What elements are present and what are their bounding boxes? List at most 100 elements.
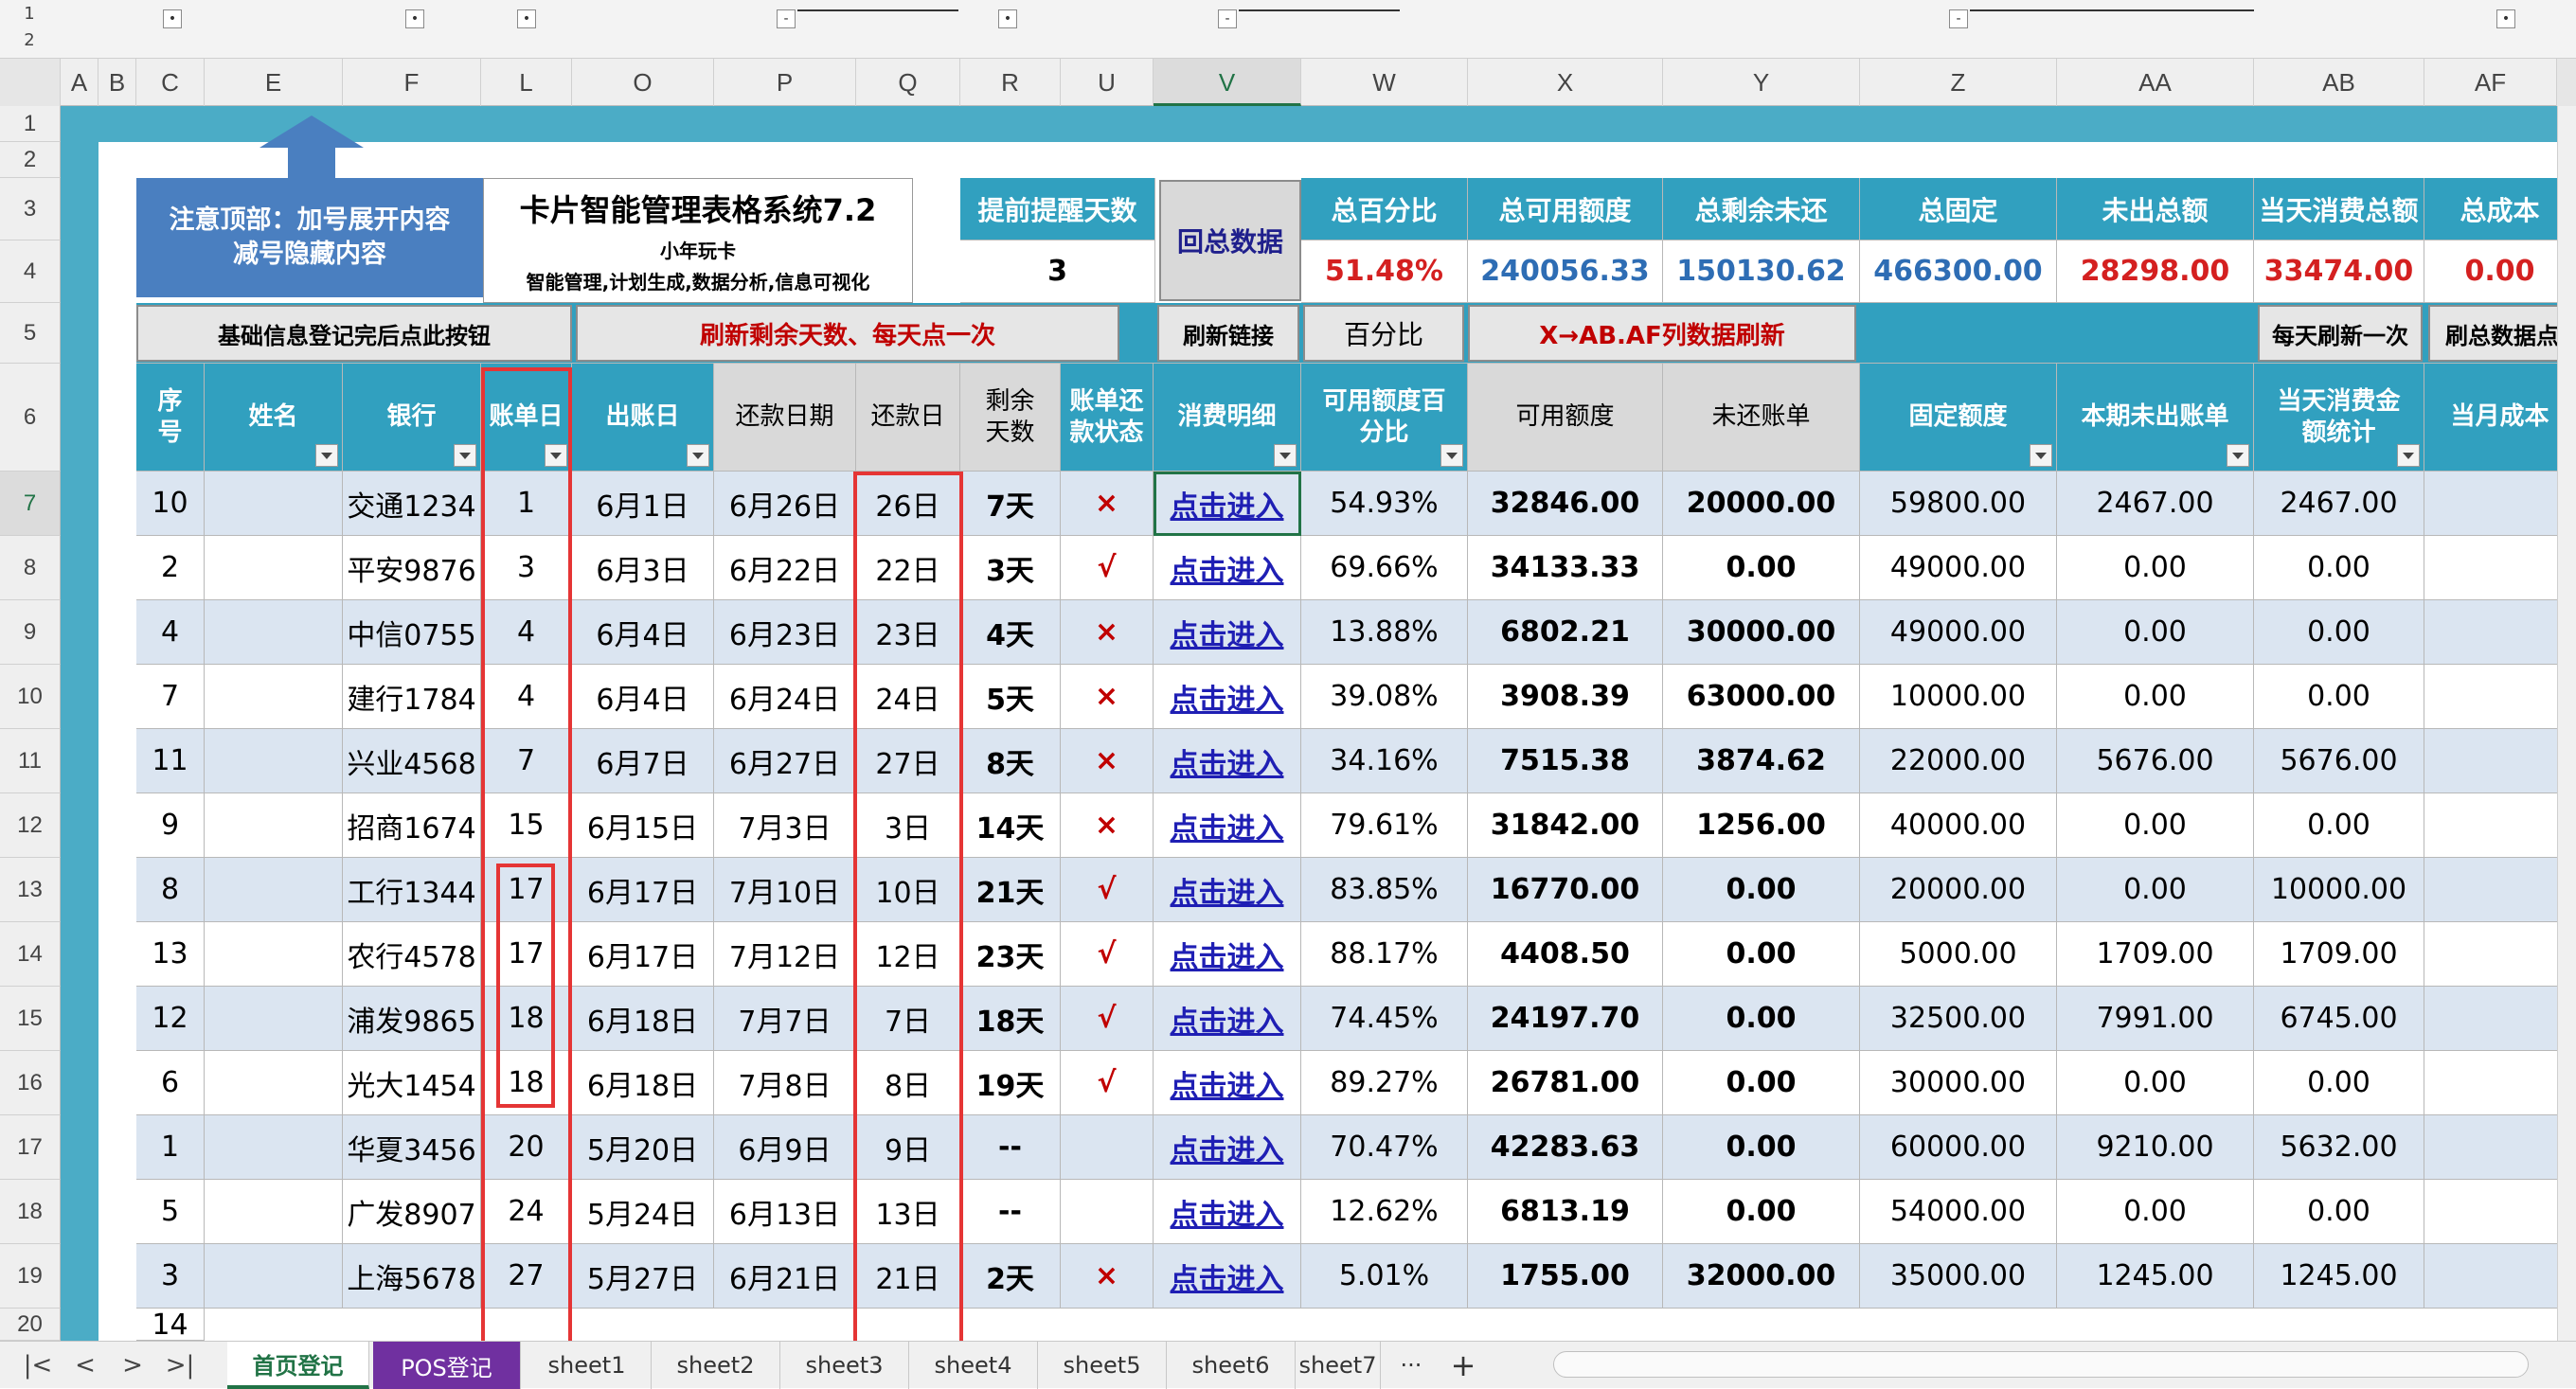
table-cell-name[interactable] xyxy=(205,665,343,729)
table-cell-detail[interactable]: 点击进入 xyxy=(1154,922,1301,987)
first-sheet-button[interactable]: |< xyxy=(19,1349,57,1381)
table-cell-detail[interactable]: 点击进入 xyxy=(1154,665,1301,729)
table-cell-detail[interactable]: 点击进入 xyxy=(1154,536,1301,600)
outline-expand-button[interactable]: • xyxy=(517,9,536,28)
row-header[interactable]: 19 xyxy=(0,1244,61,1309)
table-cell-detail[interactable]: 点击进入 xyxy=(1154,1244,1301,1309)
outline-level-2-button[interactable]: 2 xyxy=(15,30,44,50)
column-header[interactable]: C xyxy=(136,59,205,106)
row-header[interactable]: 20 xyxy=(0,1309,61,1341)
row-header[interactable]: 15 xyxy=(0,987,61,1051)
tab-sheet1[interactable]: sheet1 xyxy=(523,1342,652,1389)
column-header[interactable]: L xyxy=(481,59,572,106)
row-header[interactable]: 2 xyxy=(0,142,61,178)
table-cell-name[interactable] xyxy=(205,1180,343,1244)
table-cell-detail[interactable]: 点击进入 xyxy=(1154,1180,1301,1244)
table-cell-cost[interactable] xyxy=(2424,793,2576,858)
column-header[interactable]: O xyxy=(572,59,714,106)
tab-home-register[interactable]: 首页登记 xyxy=(227,1342,369,1389)
table-cell-cost[interactable] xyxy=(2424,600,2576,665)
outline-expand-button[interactable]: • xyxy=(2496,9,2515,28)
table-cell-cost[interactable] xyxy=(2424,1180,2576,1244)
select-all-corner[interactable] xyxy=(0,59,61,106)
column-header[interactable]: Q xyxy=(856,59,960,106)
table-cell-name[interactable] xyxy=(205,600,343,665)
outline-expand-button[interactable]: • xyxy=(163,9,182,28)
row-header[interactable]: 11 xyxy=(0,729,61,793)
row-header[interactable]: 9 xyxy=(0,600,61,665)
add-sheet-button[interactable]: + xyxy=(1440,1342,1487,1389)
table-cell-name[interactable] xyxy=(205,472,343,536)
table-cell-name[interactable] xyxy=(205,729,343,793)
table-cell-detail[interactable]: 点击进入 xyxy=(1154,472,1301,536)
column-header[interactable]: W xyxy=(1301,59,1468,106)
column-header[interactable]: R xyxy=(960,59,1061,106)
horizontal-scrollbar[interactable] xyxy=(1553,1351,2529,1378)
row-header[interactable]: 1 xyxy=(0,106,61,142)
table-cell-cost[interactable] xyxy=(2424,1051,2576,1115)
column-header[interactable]: AF xyxy=(2424,59,2557,106)
table-cell-name[interactable] xyxy=(205,536,343,600)
table-cell-detail[interactable]: 点击进入 xyxy=(1154,1051,1301,1115)
row-header[interactable]: 12 xyxy=(0,793,61,858)
table-cell-name[interactable] xyxy=(205,922,343,987)
table-cell-cost[interactable] xyxy=(2424,987,2576,1051)
tab-pos-register[interactable]: POS登记 xyxy=(373,1342,521,1389)
more-sheets-button[interactable]: ··· xyxy=(1383,1342,1440,1389)
tab-sheet2[interactable]: sheet2 xyxy=(652,1342,780,1389)
outline-expand-button[interactable]: • xyxy=(405,9,424,28)
outline-expand-button[interactable]: • xyxy=(998,9,1017,28)
table-cell-name[interactable] xyxy=(205,793,343,858)
table-cell-name[interactable] xyxy=(205,858,343,922)
column-header[interactable]: P xyxy=(714,59,856,106)
table-cell-name[interactable] xyxy=(205,987,343,1051)
table-cell-cost[interactable] xyxy=(2424,665,2576,729)
row-header[interactable]: 17 xyxy=(0,1115,61,1180)
table-cell-cost[interactable] xyxy=(2424,729,2576,793)
outline-collapse-button[interactable]: - xyxy=(1949,9,1968,28)
table-cell-cost[interactable] xyxy=(2424,922,2576,987)
prev-sheet-button[interactable]: < xyxy=(66,1349,104,1381)
row-header[interactable]: 4 xyxy=(0,240,61,303)
column-header[interactable]: E xyxy=(205,59,343,106)
outline-level-1-button[interactable]: 1 xyxy=(15,4,44,24)
row-header[interactable]: 13 xyxy=(0,858,61,922)
row-header[interactable]: 16 xyxy=(0,1051,61,1115)
table-cell-cost[interactable] xyxy=(2424,536,2576,600)
table-cell-cost[interactable] xyxy=(2424,858,2576,922)
table-cell-name[interactable] xyxy=(205,1051,343,1115)
tab-sheet5[interactable]: sheet5 xyxy=(1038,1342,1167,1389)
column-header[interactable]: X xyxy=(1468,59,1663,106)
row-header[interactable]: 6 xyxy=(0,364,61,472)
table-cell-cost[interactable] xyxy=(2424,1244,2576,1309)
table-cell-detail[interactable]: 点击进入 xyxy=(1154,793,1301,858)
table-cell-name[interactable] xyxy=(205,1115,343,1180)
table-cell-detail[interactable]: 点击进入 xyxy=(1154,729,1301,793)
row-header[interactable]: 14 xyxy=(0,922,61,987)
table-cell-cost[interactable] xyxy=(2424,1115,2576,1180)
row-header[interactable]: 8 xyxy=(0,536,61,600)
row-header[interactable]: 3 xyxy=(0,178,61,240)
next-sheet-button[interactable]: > xyxy=(114,1349,152,1381)
column-header[interactable]: AB xyxy=(2254,59,2424,106)
column-header[interactable]: F xyxy=(343,59,481,106)
table-cell-detail[interactable]: 点击进入 xyxy=(1154,600,1301,665)
tab-sheet7[interactable]: sheet7 xyxy=(1296,1342,1381,1389)
tab-sheet3[interactable]: sheet3 xyxy=(780,1342,909,1389)
table-cell-name[interactable] xyxy=(205,1244,343,1309)
row-header[interactable]: 5 xyxy=(0,303,61,364)
table-cell-cost[interactable] xyxy=(2424,472,2576,536)
table-cell-detail[interactable]: 点击进入 xyxy=(1154,858,1301,922)
table-cell-detail[interactable]: 点击进入 xyxy=(1154,1115,1301,1180)
tab-sheet4[interactable]: sheet4 xyxy=(909,1342,1038,1389)
table-cell-detail[interactable]: 点击进入 xyxy=(1154,987,1301,1051)
row-header-selected[interactable]: 7 xyxy=(0,472,61,536)
last-sheet-button[interactable]: >| xyxy=(161,1349,199,1381)
tab-sheet6[interactable]: sheet6 xyxy=(1167,1342,1296,1389)
row-header[interactable]: 10 xyxy=(0,665,61,729)
column-header[interactable]: AA xyxy=(2057,59,2254,106)
column-header[interactable]: A xyxy=(61,59,98,106)
column-header[interactable]: Y xyxy=(1663,59,1860,106)
column-header-selected[interactable]: V xyxy=(1154,59,1301,106)
outline-collapse-button[interactable]: - xyxy=(777,9,796,28)
